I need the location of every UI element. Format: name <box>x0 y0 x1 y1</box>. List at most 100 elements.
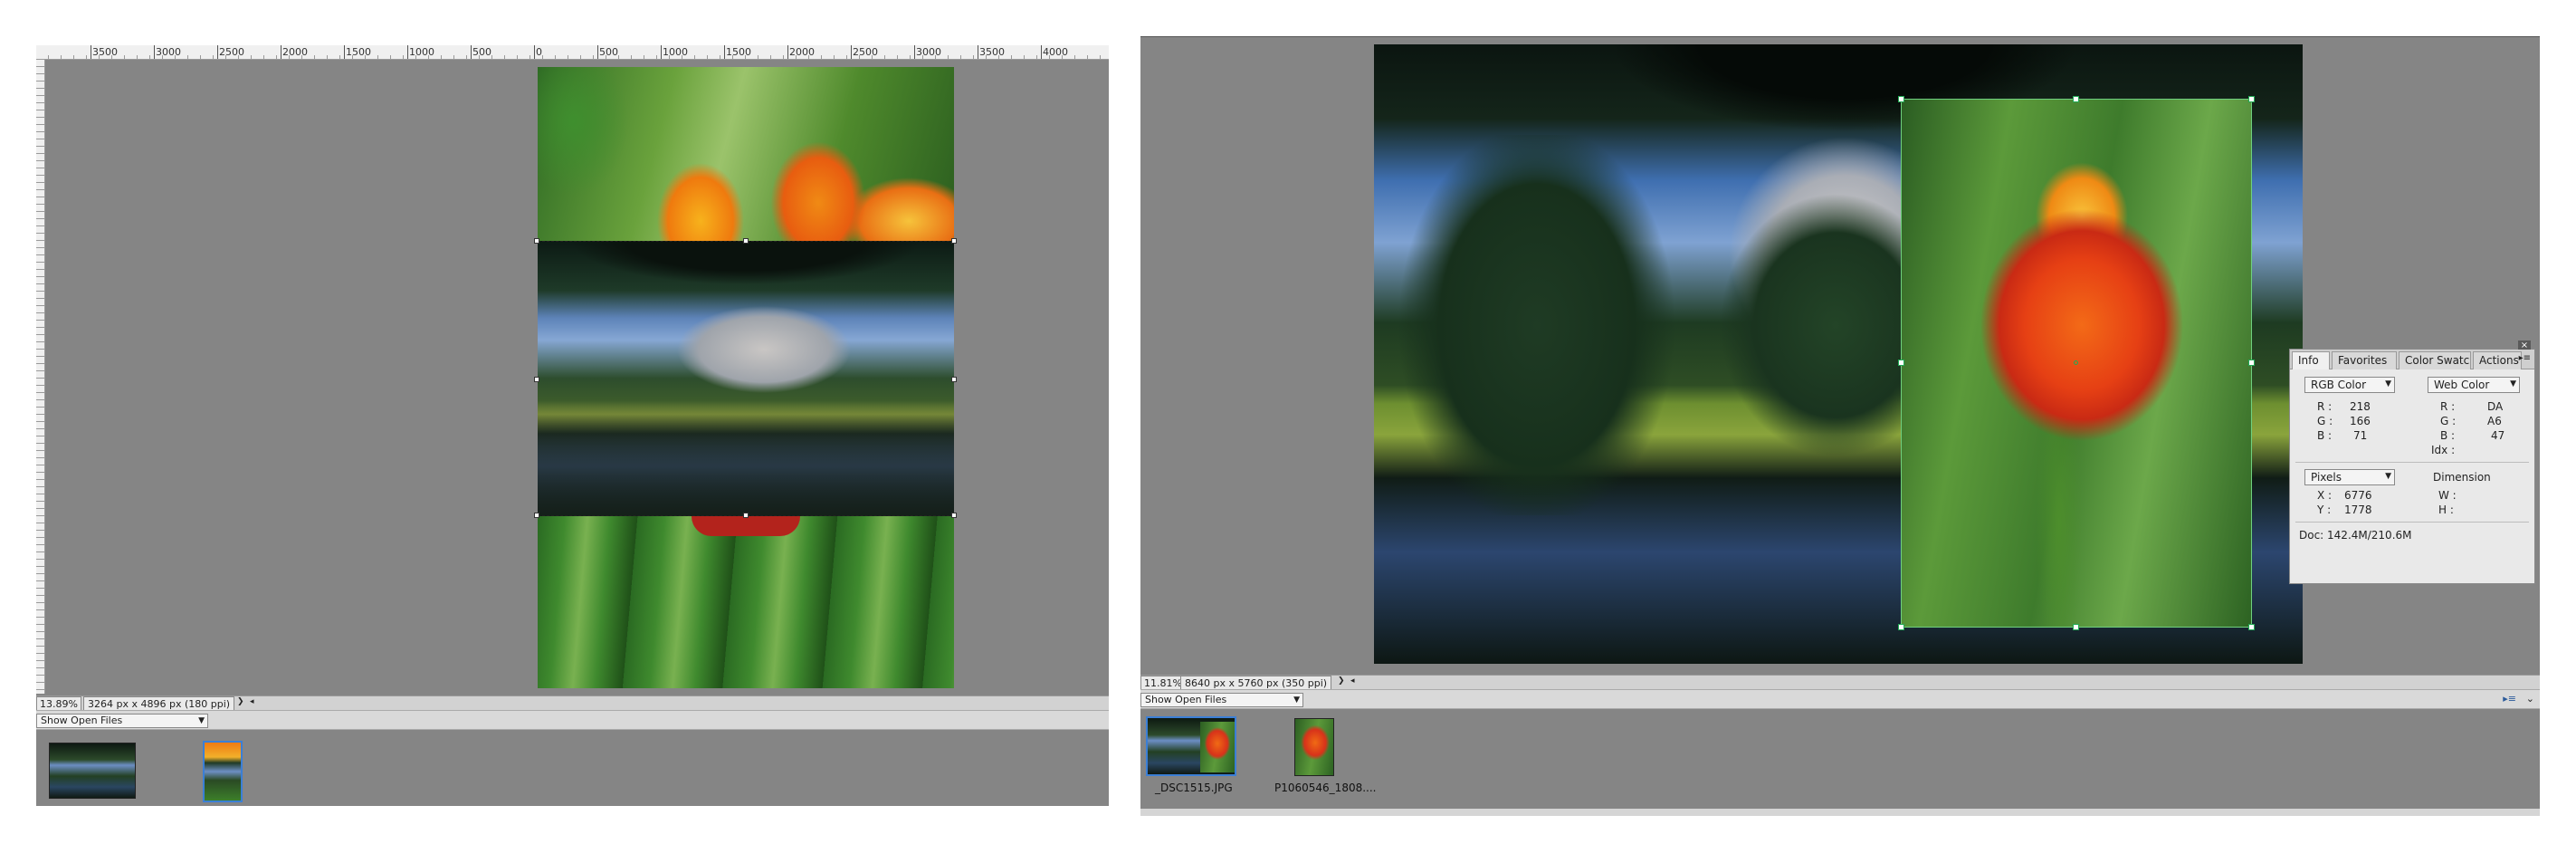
transform-handle[interactable] <box>951 513 957 518</box>
web-idx-label: Idx : <box>2431 444 2456 456</box>
ruler-label: 3000 <box>916 46 941 58</box>
status-menu-arrow-icon[interactable]: ❯ <box>1338 676 1345 686</box>
web-g-value: A6 <box>2487 415 2502 427</box>
document-size: 8640 px x 5760 px (350 ppi) <box>1180 676 1332 690</box>
ruler-label: 4000 <box>1043 46 1068 58</box>
y-value: 1778 <box>2344 504 2372 516</box>
thumbnail-tulip-composite[interactable] <box>203 741 243 802</box>
transform-handle[interactable] <box>534 238 539 244</box>
ruler-label: 1500 <box>726 46 751 58</box>
y-label: Y : <box>2317 504 2332 516</box>
x-label: X : <box>2317 489 2333 502</box>
h-label: H : <box>2438 504 2454 516</box>
scroll-left-icon[interactable]: ◂ <box>250 697 254 706</box>
tab-actions[interactable]: Actions <box>2473 351 2522 369</box>
dropdown-value: RGB Color <box>2311 379 2367 391</box>
tulip-image-top <box>538 67 954 241</box>
thumbnail-overlay <box>1200 722 1235 772</box>
chevron-down-icon: ▼ <box>198 716 205 725</box>
ruler-label: 2500 <box>219 46 244 58</box>
dropdown-value: Show Open Files <box>41 715 123 726</box>
rgb-b-label: B : <box>2317 429 2333 442</box>
show-open-files-dropdown[interactable]: Show Open Files ▼ <box>36 714 208 728</box>
bin-options-icon[interactable]: ▸≡ <box>2503 693 2516 705</box>
document-size: 3264 px x 4896 px (180 ppi) <box>83 696 235 711</box>
transform-handle[interactable] <box>2073 624 2079 630</box>
status-bar: 11.81% 8640 px x 5760 px (350 ppi) ❯ ◂ <box>1140 675 2540 690</box>
scroll-left-icon[interactable]: ◂ <box>1350 676 1355 686</box>
zoom-level[interactable]: 11.81% <box>1140 676 1186 690</box>
ruler-label: 3000 <box>156 46 181 58</box>
ruler-label: 2000 <box>282 46 308 58</box>
thumbnail-label: P1060546_1808.... <box>1274 782 1377 794</box>
thumbnail-landscape[interactable] <box>49 743 136 799</box>
show-open-files-dropdown[interactable]: Show Open Files ▼ <box>1140 693 1303 707</box>
panel-tabs: Info Favorites Color Swatch Actions ▸≡ <box>2290 350 2534 369</box>
zoom-level[interactable]: 13.89% <box>36 696 81 711</box>
status-bar: 13.89% 3264 px x 4896 px (180 ppi) ❯ ◂ <box>36 695 1109 711</box>
chevron-down-icon: ▼ <box>2385 472 2391 481</box>
thumbnail-dsc1515[interactable] <box>1146 716 1236 776</box>
dropdown-value: Web Color <box>2434 379 2490 391</box>
transform-handle[interactable] <box>743 513 749 518</box>
status-menu-arrow-icon[interactable]: ❯ <box>237 697 244 706</box>
photo-bin: _DSC1515.JPG P1060546_1808.... <box>1140 709 2540 809</box>
ruler-label: 500 <box>599 46 618 58</box>
rgb-color-mode-dropdown[interactable]: RGB Color ▼ <box>2304 377 2395 393</box>
transform-handle[interactable] <box>951 377 957 382</box>
chevron-down-icon: ▼ <box>2385 379 2391 388</box>
units-dropdown[interactable]: Pixels ▼ <box>2304 469 2395 485</box>
tab-info[interactable]: Info <box>2292 351 2330 369</box>
transform-handle[interactable] <box>1898 624 1904 630</box>
panel-menu-icon[interactable]: ▸≡ <box>2519 353 2531 363</box>
reference-point-handle[interactable] <box>2074 360 2078 365</box>
document-canvas[interactable] <box>45 60 1109 695</box>
tab-color-swatches[interactable]: Color Swatch <box>2399 351 2471 369</box>
horizontal-ruler: 3500 3000 2500 2000 1500 1000 500 0 500 1000 1500 2… <box>36 45 1109 60</box>
transform-handle[interactable] <box>534 513 539 518</box>
transform-handle[interactable] <box>2248 96 2255 102</box>
web-b-label: B : <box>2440 429 2456 442</box>
transform-handle[interactable] <box>2248 624 2255 630</box>
transform-handle[interactable] <box>1898 96 1904 102</box>
tulip-image-bottom <box>538 516 954 688</box>
dimension-label: Dimension <box>2433 471 2491 484</box>
transform-handle[interactable] <box>534 377 539 382</box>
rgb-b-value: 71 <box>2353 429 2368 442</box>
ruler-label: 500 <box>472 46 491 58</box>
bottom-task-bar <box>1140 809 2540 816</box>
web-color-mode-dropdown[interactable]: Web Color ▼ <box>2428 377 2520 393</box>
rgb-r-value: 218 <box>2350 400 2371 413</box>
web-b-value: 47 <box>2491 429 2505 442</box>
ruler-label: 1500 <box>346 46 371 58</box>
ruler-label: 3500 <box>979 46 1005 58</box>
ruler-label: 2500 <box>853 46 878 58</box>
ruler-label: 1000 <box>409 46 434 58</box>
rgb-r-label: R : <box>2317 400 2333 413</box>
rgb-g-label: G : <box>2317 415 2333 427</box>
dropdown-value: Pixels <box>2311 471 2342 484</box>
landscape-layer[interactable] <box>538 241 954 516</box>
transform-handle[interactable] <box>951 238 957 244</box>
w-label: W : <box>2438 489 2457 502</box>
photo-bin <box>36 730 1109 806</box>
info-panel: × Info Favorites Color Swatch Actions ▸≡… <box>2289 340 2535 584</box>
left-editor-window: 3500 3000 2500 2000 1500 1000 500 0 500 1000 1500 2… <box>36 45 1109 806</box>
thumbnail-label: _DSC1515.JPG <box>1155 782 1233 794</box>
photo-bin-header: Show Open Files ▼ ▸≡ ⌄ <box>1140 689 2540 709</box>
right-editor-window: × Info Favorites Color Swatch Actions ▸≡… <box>1140 36 2540 816</box>
transform-handle[interactable] <box>743 238 749 244</box>
transform-handle[interactable] <box>2073 96 2079 102</box>
web-r-value: DA <box>2487 400 2504 413</box>
rgb-g-value: 166 <box>2350 415 2371 427</box>
chevron-down-icon: ▼ <box>2510 379 2516 388</box>
transform-handle[interactable] <box>2248 360 2255 366</box>
dropdown-value: Show Open Files <box>1145 694 1227 705</box>
ruler-label: 2000 <box>789 46 815 58</box>
thumbnail-p1060546[interactable] <box>1294 718 1334 776</box>
ruler-label: 0 <box>536 46 542 58</box>
collapse-bin-icon[interactable]: ⌄ <box>2526 693 2534 705</box>
chevron-down-icon: ▼ <box>1293 695 1300 705</box>
transform-handle[interactable] <box>1898 360 1904 366</box>
tab-favorites[interactable]: Favorites <box>2332 351 2397 369</box>
